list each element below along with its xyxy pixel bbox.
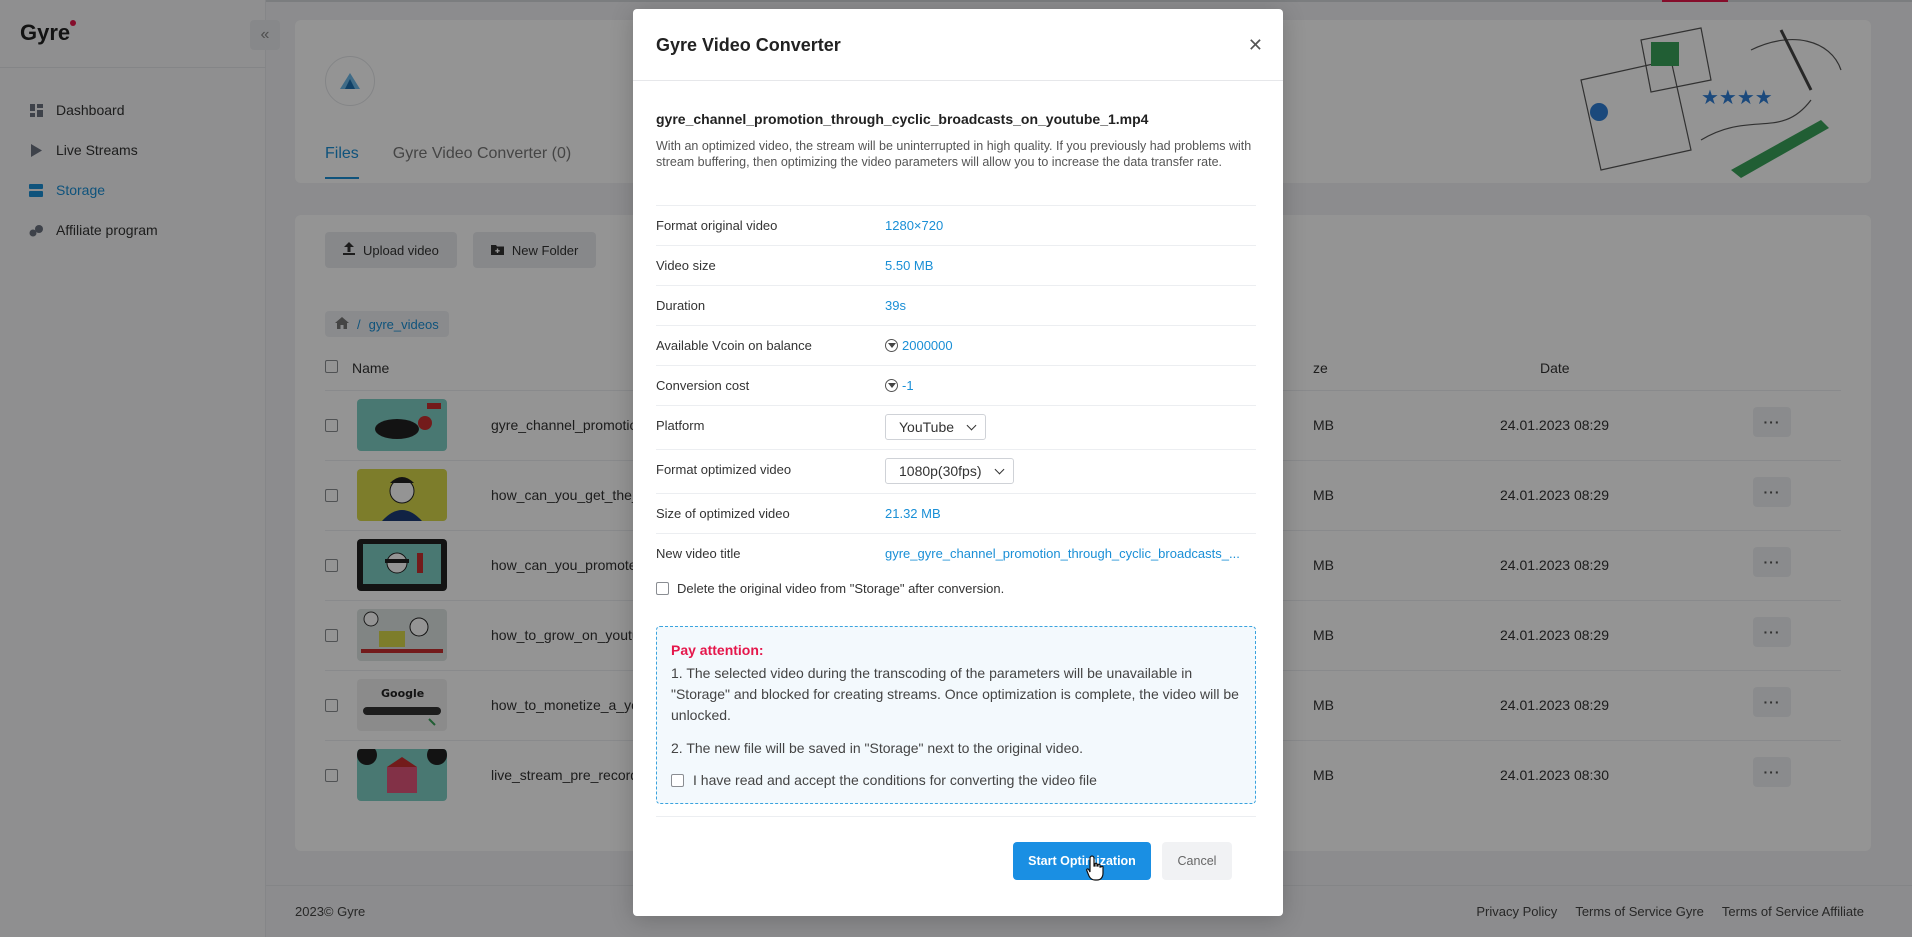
accept-conditions-option[interactable]: I have read and accept the conditions fo… [671, 772, 1097, 788]
attention-text-1: 1. The selected video during the transco… [671, 665, 1239, 723]
info-value: -1 [885, 378, 914, 393]
video-converter-modal: Gyre Video Converter ✕ gyre_channel_prom… [633, 9, 1283, 916]
chevron-down-icon [994, 464, 1004, 474]
accept-conditions-checkbox[interactable] [671, 773, 684, 787]
info-value: 21.32 MB [885, 506, 941, 521]
info-row-format-original: Format original video 1280×720 [656, 205, 1256, 245]
attention-text-2: 2. The new file will be saved in "Storag… [671, 740, 1084, 756]
format-selected-value: 1080p(30fps) [899, 463, 982, 479]
info-value: 39s [885, 298, 906, 313]
vcoin-icon [885, 379, 898, 392]
delete-original-label: Delete the original video from "Storage"… [677, 581, 1005, 596]
delete-original-option[interactable]: Delete the original video from "Storage"… [656, 581, 1004, 596]
new-title-value[interactable]: gyre_gyre_channel_promotion_through_cycl… [885, 546, 1240, 561]
delete-original-checkbox[interactable] [656, 582, 669, 595]
vcoin-balance-value: 2000000 [902, 338, 953, 353]
modal-filename: gyre_channel_promotion_through_cyclic_br… [656, 111, 1149, 127]
modal-description: With an optimized video, the stream will… [656, 139, 1252, 169]
info-value: 5.50 MB [885, 258, 934, 273]
info-row-format-optimized: Format optimized video 1080p(30fps) [656, 449, 1256, 493]
info-value: 2000000 [885, 338, 953, 353]
hand-cursor-icon [1086, 855, 1104, 881]
info-label: Available Vcoin on balance [656, 338, 812, 353]
vcoin-icon [885, 339, 898, 352]
info-label: Video size [656, 258, 716, 273]
format-optimized-select[interactable]: 1080p(30fps) [885, 458, 1014, 484]
info-label: Format original video [656, 218, 778, 233]
info-row-size-optimized: Size of optimized video 21.32 MB [656, 493, 1256, 533]
info-row-duration: Duration 39s [656, 285, 1256, 325]
accept-conditions-label: I have read and accept the conditions fo… [693, 772, 1097, 788]
conversion-cost-value: -1 [902, 378, 914, 393]
platform-selected-value: YouTube [899, 419, 955, 435]
info-label: Size of optimized video [656, 506, 790, 521]
modal-divider [656, 816, 1256, 817]
info-label: New video title [656, 546, 741, 561]
info-label: Duration [656, 298, 706, 313]
info-label: Format optimized video [656, 462, 792, 477]
platform-select[interactable]: YouTube [885, 414, 987, 440]
start-optimization-button[interactable]: Start Optimization [1013, 842, 1151, 880]
info-row-new-title: New video title gyre_gyre_channel_promot… [656, 533, 1256, 573]
info-row-conversion-cost: Conversion cost -1 [656, 365, 1256, 405]
info-row-vcoin-balance: Available Vcoin on balance 2000000 [656, 325, 1256, 365]
chevron-down-icon [966, 420, 977, 430]
modal-header: Gyre Video Converter ✕ [633, 9, 1283, 81]
info-label: Platform [656, 418, 705, 433]
cancel-button[interactable]: Cancel [1162, 842, 1232, 880]
attention-box: Pay attention: 1. The selected video dur… [656, 626, 1256, 804]
close-icon[interactable]: ✕ [1248, 35, 1263, 56]
modal-title: Gyre Video Converter [656, 35, 841, 55]
info-row-platform: Platform YouTube [656, 405, 1256, 449]
info-label: Conversion cost [656, 378, 750, 393]
info-row-video-size: Video size 5.50 MB [656, 245, 1256, 285]
info-value: 1280×720 [885, 218, 944, 233]
attention-title: Pay attention: [671, 642, 764, 658]
